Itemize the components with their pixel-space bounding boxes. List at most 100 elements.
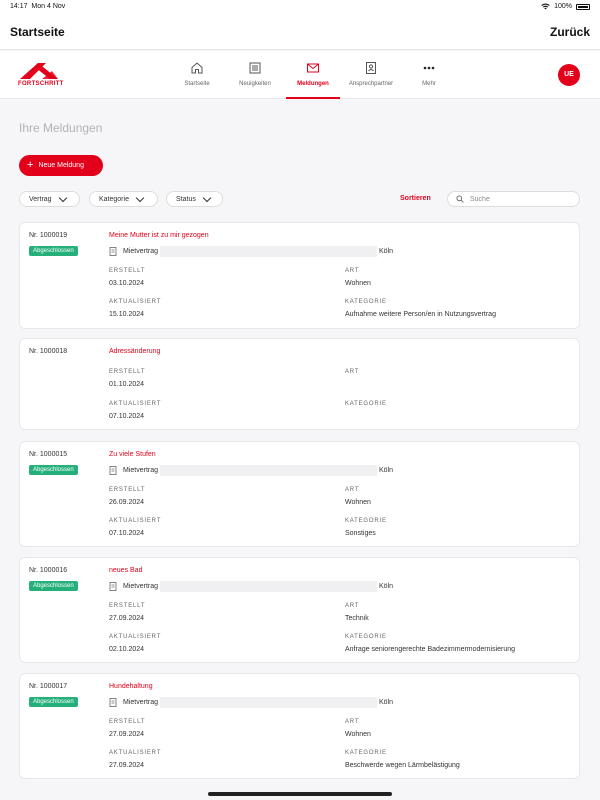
created-value: 26.09.2024 xyxy=(109,499,145,506)
report-card[interactable]: Nr. 1000016 Abgeschlossen neues Bad Miet… xyxy=(19,557,580,663)
updated-label: AKTUALISIERT xyxy=(109,634,162,640)
tab-startseite[interactable]: Startseite xyxy=(168,51,226,99)
updated-label: AKTUALISIERT xyxy=(109,750,162,756)
tab-label: Ansprechpartner xyxy=(348,81,394,87)
type-value: Wohnen xyxy=(345,731,371,738)
contract-type: Mietvertrag xyxy=(123,698,159,706)
type-value: Wohnen xyxy=(345,499,371,506)
filter-kategorie[interactable]: Kategorie xyxy=(89,191,158,207)
mail-icon xyxy=(307,63,319,73)
tab-label: Mehr xyxy=(422,81,436,87)
plus-icon: + xyxy=(27,159,34,171)
filter-label: Kategorie xyxy=(99,195,129,203)
type-label: ART xyxy=(345,369,360,375)
type-label: ART xyxy=(345,719,360,725)
created-label: ERSTELLT xyxy=(109,369,146,375)
updated-value: 07.10.2024 xyxy=(109,530,145,537)
app-header: FORTSCHRITT Startseite Neuigkeiten Meldu… xyxy=(0,51,600,99)
created-value: 27.09.2024 xyxy=(109,731,145,738)
more-icon xyxy=(423,66,435,70)
type-label: ART xyxy=(345,487,360,493)
tab-mehr[interactable]: Mehr xyxy=(400,51,458,99)
updated-label: AKTUALISIERT xyxy=(109,299,162,305)
status-badge: Abgeschlossen xyxy=(29,581,78,591)
updated-value: 02.10.2024 xyxy=(109,646,145,653)
category-label: KATEGORIE xyxy=(345,634,387,640)
contract-doc-icon xyxy=(109,246,117,256)
chevron-down-icon xyxy=(202,193,212,202)
contract-doc-icon xyxy=(109,697,117,707)
category-value: Anfrage seniorengerechte Badezimmermoder… xyxy=(345,646,516,653)
search-icon xyxy=(456,195,464,203)
redacted-address xyxy=(160,245,378,257)
contract-city: Köln xyxy=(379,247,394,255)
category-label: KATEGORIE xyxy=(345,518,387,524)
created-label: ERSTELLT xyxy=(109,719,146,725)
created-value: 01.10.2024 xyxy=(109,381,145,388)
filter-label: Vertrag xyxy=(29,195,52,203)
tab-ansprechpartner[interactable]: Ansprechpartner xyxy=(342,51,400,99)
status-time: 14:17 Mon 4 Nov xyxy=(10,3,66,10)
search-box[interactable] xyxy=(447,191,580,207)
home-icon xyxy=(191,62,203,74)
contract-doc-icon xyxy=(109,465,117,475)
main-tabs: Startseite Neuigkeiten Meldungen Ansprec… xyxy=(168,51,458,99)
chevron-down-icon xyxy=(58,193,67,202)
filter-vertrag[interactable]: Vertrag xyxy=(19,191,80,207)
sort-button[interactable]: Sortieren xyxy=(400,195,431,202)
category-value: Aufnahme weitere Person/en in Nutzungsve… xyxy=(345,311,496,318)
status-badge: Abgeschlossen xyxy=(29,465,78,475)
report-card[interactable]: Nr. 1000015 Abgeschlossen Zu viele Stufe… xyxy=(19,441,580,547)
battery-icon xyxy=(576,3,590,10)
category-value: Beschwerde wegen Lärmbelästigung xyxy=(345,762,460,769)
newspaper-icon xyxy=(249,62,261,74)
report-number: Nr. 1000018 xyxy=(29,348,68,355)
filter-label: Status xyxy=(176,195,196,203)
status-badge: Abgeschlossen xyxy=(29,246,78,256)
report-title: Adressänderung xyxy=(109,348,161,355)
report-card[interactable]: Nr. 1000018 Adressänderung ERSTELLT 01.1… xyxy=(19,338,580,430)
contract-type: Mietvertrag xyxy=(123,466,159,474)
category-label: KATEGORIE xyxy=(345,750,387,756)
report-card[interactable]: Nr. 1000017 Abgeschlossen Hundehaltung M… xyxy=(19,673,580,779)
contract-city: Köln xyxy=(379,698,394,706)
created-value: 27.09.2024 xyxy=(109,615,145,622)
contract-row: Mietvertrag Köln xyxy=(109,464,393,476)
type-value: Wohnen xyxy=(345,280,371,287)
contract-doc-icon xyxy=(109,581,117,591)
nav-header: Startseite Zurück xyxy=(0,14,600,50)
battery-percent: 100% xyxy=(554,3,572,10)
contact-book-icon xyxy=(366,62,376,74)
contract-type: Mietvertrag xyxy=(123,582,159,590)
redacted-address xyxy=(160,696,378,708)
status-badge: Abgeschlossen xyxy=(29,697,78,707)
report-title: neues Bad xyxy=(109,567,143,574)
filter-status[interactable]: Status xyxy=(166,191,223,207)
updated-value: 15.10.2024 xyxy=(109,311,145,318)
category-label: KATEGORIE xyxy=(345,299,387,305)
search-input[interactable] xyxy=(470,195,570,203)
chevron-down-icon xyxy=(135,193,145,202)
report-number: Nr. 1000016 xyxy=(29,567,68,574)
user-avatar[interactable]: UE xyxy=(558,64,580,86)
page-title: Ihre Meldungen xyxy=(19,121,103,135)
contract-row: Mietvertrag Köln xyxy=(109,245,393,257)
contract-row: Mietvertrag Köln xyxy=(109,696,393,708)
tab-neuigkeiten[interactable]: Neuigkeiten xyxy=(226,51,284,99)
type-value: Technik xyxy=(345,615,369,622)
new-report-button[interactable]: + Neue Meldung xyxy=(19,155,103,176)
report-number: Nr. 1000015 xyxy=(29,451,68,458)
report-title: Meine Mutter ist zu mir gezogen xyxy=(109,232,209,239)
home-indicator[interactable] xyxy=(208,792,392,796)
report-title: Hundehaltung xyxy=(109,683,153,690)
brand-name: FORTSCHRITT xyxy=(18,81,64,87)
tab-meldungen[interactable]: Meldungen xyxy=(284,51,342,99)
new-report-label: Neue Meldung xyxy=(38,162,84,169)
status-bar: 14:17 Mon 4 Nov 100% xyxy=(0,0,600,14)
report-number: Nr. 1000019 xyxy=(29,232,68,239)
back-button[interactable]: Zurück xyxy=(550,25,590,39)
report-card[interactable]: Nr. 1000019 Abgeschlossen Meine Mutter i… xyxy=(19,222,580,329)
created-label: ERSTELLT xyxy=(109,268,146,274)
updated-value: 27.09.2024 xyxy=(109,762,145,769)
contract-city: Köln xyxy=(379,466,394,474)
